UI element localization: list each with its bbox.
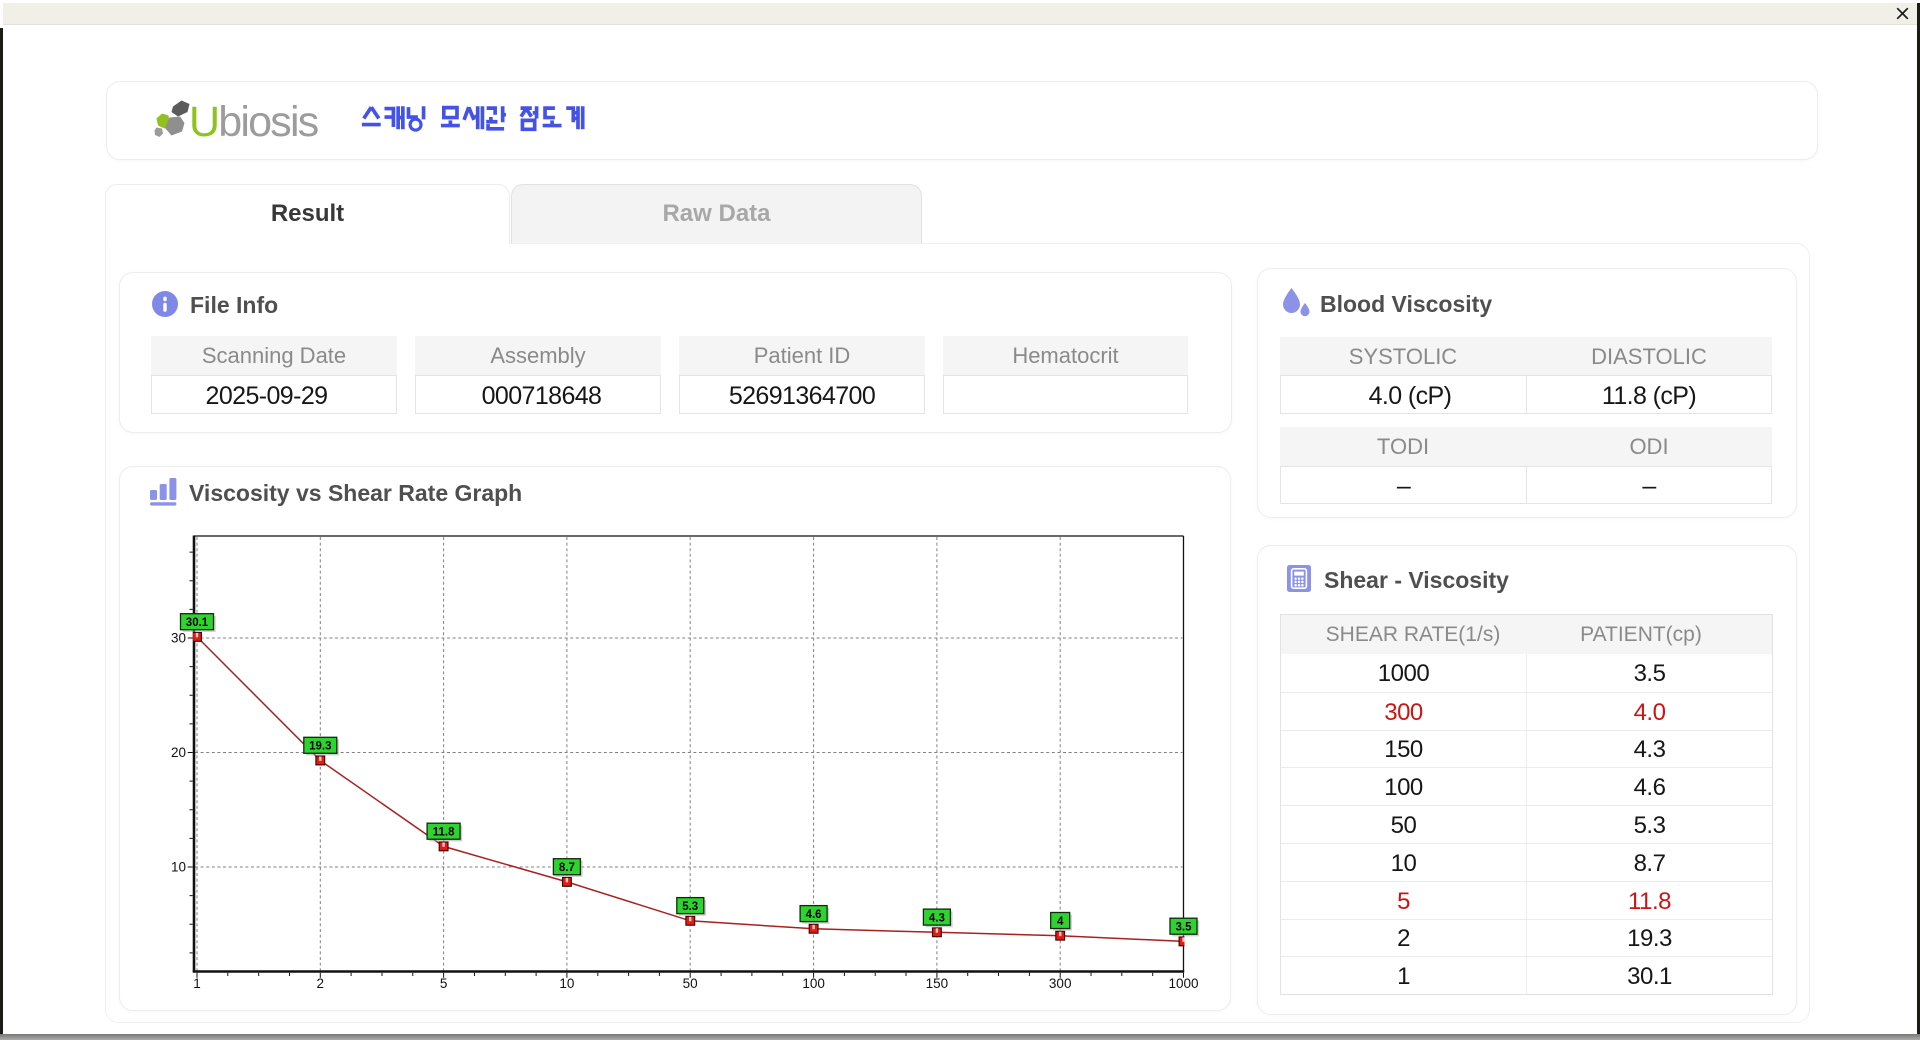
svg-text:10: 10 bbox=[171, 860, 186, 875]
svg-text:2: 2 bbox=[317, 976, 325, 991]
svg-text:3.5: 3.5 bbox=[1176, 922, 1193, 934]
svg-text:30: 30 bbox=[171, 631, 186, 646]
svg-text:19.3: 19.3 bbox=[309, 741, 331, 753]
svg-text:1: 1 bbox=[193, 976, 201, 991]
svg-text:150: 150 bbox=[926, 976, 949, 991]
svg-text:300: 300 bbox=[1049, 976, 1072, 991]
svg-text:50: 50 bbox=[683, 976, 698, 991]
svg-text:100: 100 bbox=[802, 976, 825, 991]
svg-text:30.1: 30.1 bbox=[186, 617, 209, 629]
svg-text:10: 10 bbox=[559, 976, 574, 991]
svg-text:4.6: 4.6 bbox=[806, 909, 822, 921]
svg-text:4.3: 4.3 bbox=[929, 913, 945, 925]
svg-text:5: 5 bbox=[440, 976, 448, 991]
svg-text:4: 4 bbox=[1057, 916, 1064, 928]
svg-text:11.8: 11.8 bbox=[433, 827, 455, 839]
svg-text:5.3: 5.3 bbox=[682, 901, 698, 913]
svg-text:20: 20 bbox=[171, 745, 186, 760]
svg-text:1000: 1000 bbox=[1168, 976, 1198, 991]
svg-text:8.7: 8.7 bbox=[559, 862, 575, 874]
